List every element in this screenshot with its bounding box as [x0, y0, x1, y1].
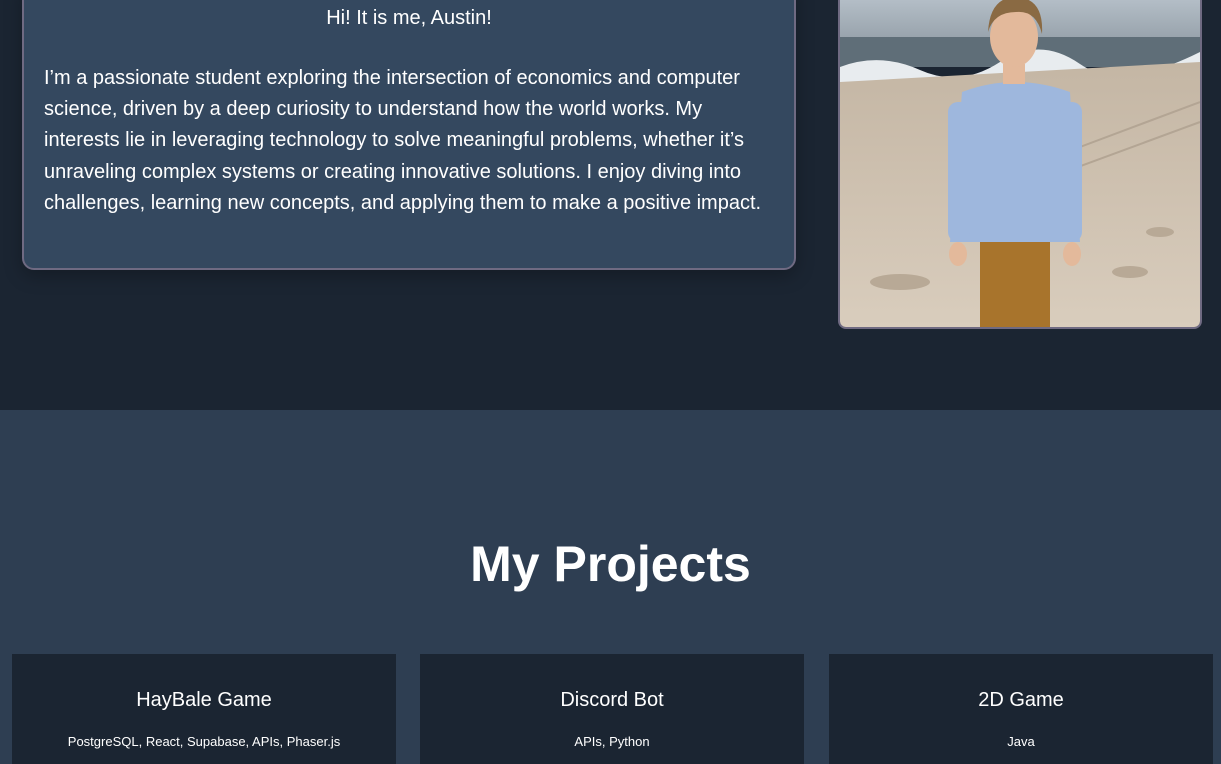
bio-paragraph: I’m a passionate student exploring the i…: [44, 67, 762, 214]
profile-photo: [838, 0, 1202, 329]
beach-photo-illustration: [840, 0, 1200, 327]
project-tech: Java: [1007, 734, 1035, 749]
project-tech: PostgreSQL, React, Supabase, APIs, Phase…: [67, 734, 341, 749]
project-card-2d-game[interactable]: 2D Game Java: [829, 654, 1213, 764]
project-card-haybale-game[interactable]: HayBale Game PostgreSQL, React, Supabase…: [12, 654, 396, 764]
project-name: HayBale Game: [136, 689, 272, 711]
greeting-heading: Hi! It is me, Austin!: [326, 7, 492, 29]
about-section: Hi! It is me, Austin! I’m a passionate s…: [0, 0, 1221, 410]
projects-section: My Projects HayBale Game PostgreSQL, Rea…: [0, 410, 1221, 764]
projects-heading: My Projects: [470, 536, 751, 592]
project-card-discord-bot[interactable]: Discord Bot APIs, Python: [420, 654, 804, 764]
project-tech: APIs, Python: [574, 734, 650, 749]
project-name: 2D Game: [978, 689, 1064, 711]
intro-card: Hi! It is me, Austin! I’m a passionate s…: [22, 0, 796, 270]
project-name: Discord Bot: [560, 689, 664, 711]
